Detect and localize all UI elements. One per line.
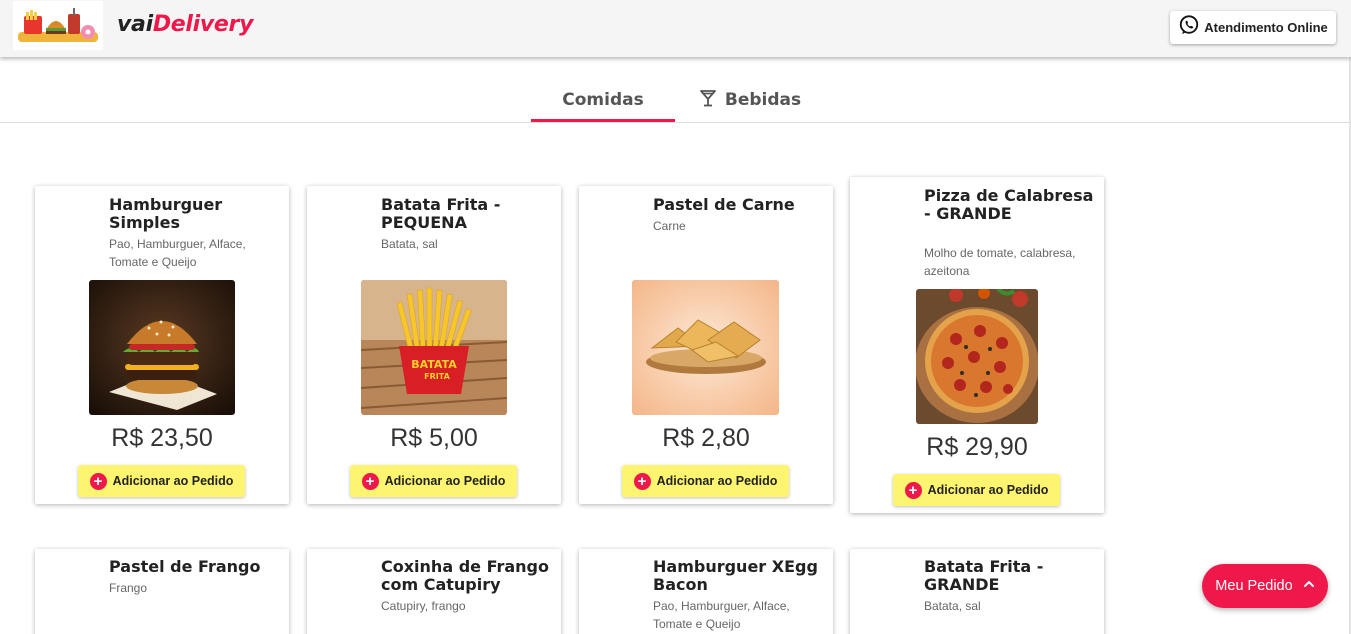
- fries-photo: BATATA FRITA: [361, 280, 507, 415]
- product-card: Hamburguer XEgg Bacon Pao, Hamburguer, A…: [579, 549, 833, 634]
- brand-prefix: vai: [117, 12, 153, 37]
- product-name: Coxinha de Frango com Catupiry: [381, 557, 549, 594]
- add-to-order-button[interactable]: + Adicionar ao Pedido: [350, 465, 517, 497]
- add-to-order-label: Adicionar ao Pedido: [112, 474, 234, 488]
- add-to-order-button[interactable]: + Adicionar ao Pedido: [622, 465, 789, 497]
- tab-comidas-label: Comidas: [562, 90, 644, 110]
- product-price: R$ 29,90: [926, 433, 1028, 461]
- online-support-button[interactable]: Atendimento Online: [1170, 11, 1336, 44]
- product-description: Pao, Hamburguer, Alface, Tomate e Queijo: [109, 237, 246, 269]
- add-to-order-label: Adicionar ao Pedido: [927, 483, 1049, 497]
- brand-name: Delivery: [152, 12, 254, 37]
- whatsapp-icon: [1178, 14, 1200, 41]
- product-name: Batata Frita - GRANDE: [924, 557, 1044, 594]
- my-order-label: Meu Pedido: [1215, 578, 1293, 594]
- add-circle-icon: +: [633, 472, 651, 490]
- product-card: Coxinha de Frango com Catupiry Catupiry,…: [307, 549, 561, 634]
- chevron-up-icon: [1303, 577, 1315, 595]
- product-price: R$ 23,50: [111, 424, 213, 452]
- product-price: R$ 5,00: [390, 424, 478, 452]
- product-name: Pastel de Frango: [109, 557, 261, 576]
- tab-bebidas-label: Bebidas: [724, 90, 802, 110]
- product-card: Hamburguer Simples Pao, Hamburguer, Alfa…: [35, 186, 289, 504]
- brand-wordmark: vaiDelivery: [117, 12, 253, 37]
- add-to-order-button[interactable]: + Adicionar ao Pedido: [78, 465, 245, 497]
- tab-bebidas[interactable]: Bebidas: [690, 77, 810, 123]
- product-card: Pastel de Carne Carne R$ 2,80 + Adiciona…: [579, 186, 833, 504]
- product-description: Molho de tomate, calabresa, azeitona: [924, 246, 1076, 278]
- add-circle-icon: +: [361, 472, 379, 490]
- fast-food-logo[interactable]: [13, 1, 103, 50]
- pizza-photo: [916, 289, 1038, 424]
- add-to-order-label: Adicionar ao Pedido: [656, 474, 778, 488]
- add-circle-icon: +: [89, 472, 107, 490]
- add-circle-icon: +: [904, 481, 922, 499]
- product-description: Pao, Hamburguer, Alface, Tomate e Queijo: [653, 599, 790, 631]
- pastel-photo: [632, 280, 779, 415]
- my-order-button[interactable]: Meu Pedido: [1202, 564, 1328, 608]
- product-card: Pizza de Calabresa - GRANDE Molho de tom…: [850, 177, 1104, 513]
- add-to-order-button[interactable]: + Adicionar ao Pedido: [893, 474, 1060, 506]
- svg-text:BATATA: BATATA: [411, 358, 457, 371]
- add-to-order-label: Adicionar ao Pedido: [384, 474, 506, 488]
- product-name: Pizza de Calabresa - GRANDE: [924, 186, 1094, 223]
- product-card: Pastel de Frango Frango: [35, 549, 289, 634]
- product-name: Hamburguer Simples: [109, 195, 223, 232]
- product-description: Batata, sal: [381, 237, 438, 251]
- product-description: Batata, sal: [924, 599, 981, 613]
- product-description: Carne: [653, 219, 686, 233]
- product-name: Hamburguer XEgg Bacon: [653, 557, 818, 594]
- app-header: vaiDelivery Atendimento Online: [0, 0, 1351, 57]
- product-card: Batata Frita - GRANDE Batata, sal: [850, 549, 1104, 634]
- tab-comidas[interactable]: Comidas: [531, 77, 675, 123]
- active-tab-indicator: [531, 119, 675, 122]
- product-description: Catupiry, frango: [381, 599, 466, 613]
- burger-photo: [89, 280, 235, 415]
- product-card: Batata Frita - PEQUENA Batata, sal BATAT…: [307, 186, 561, 504]
- cocktail-glass-icon: [699, 89, 717, 112]
- product-name: Pastel de Carne: [653, 195, 795, 214]
- product-price: R$ 2,80: [662, 424, 750, 452]
- product-description: Frango: [109, 581, 148, 595]
- category-tabs: Comidas Bebidas: [0, 57, 1349, 123]
- online-support-label: Atendimento Online: [1204, 20, 1328, 35]
- svg-text:FRITA: FRITA: [424, 372, 450, 381]
- product-name: Batata Frita - PEQUENA: [381, 195, 501, 232]
